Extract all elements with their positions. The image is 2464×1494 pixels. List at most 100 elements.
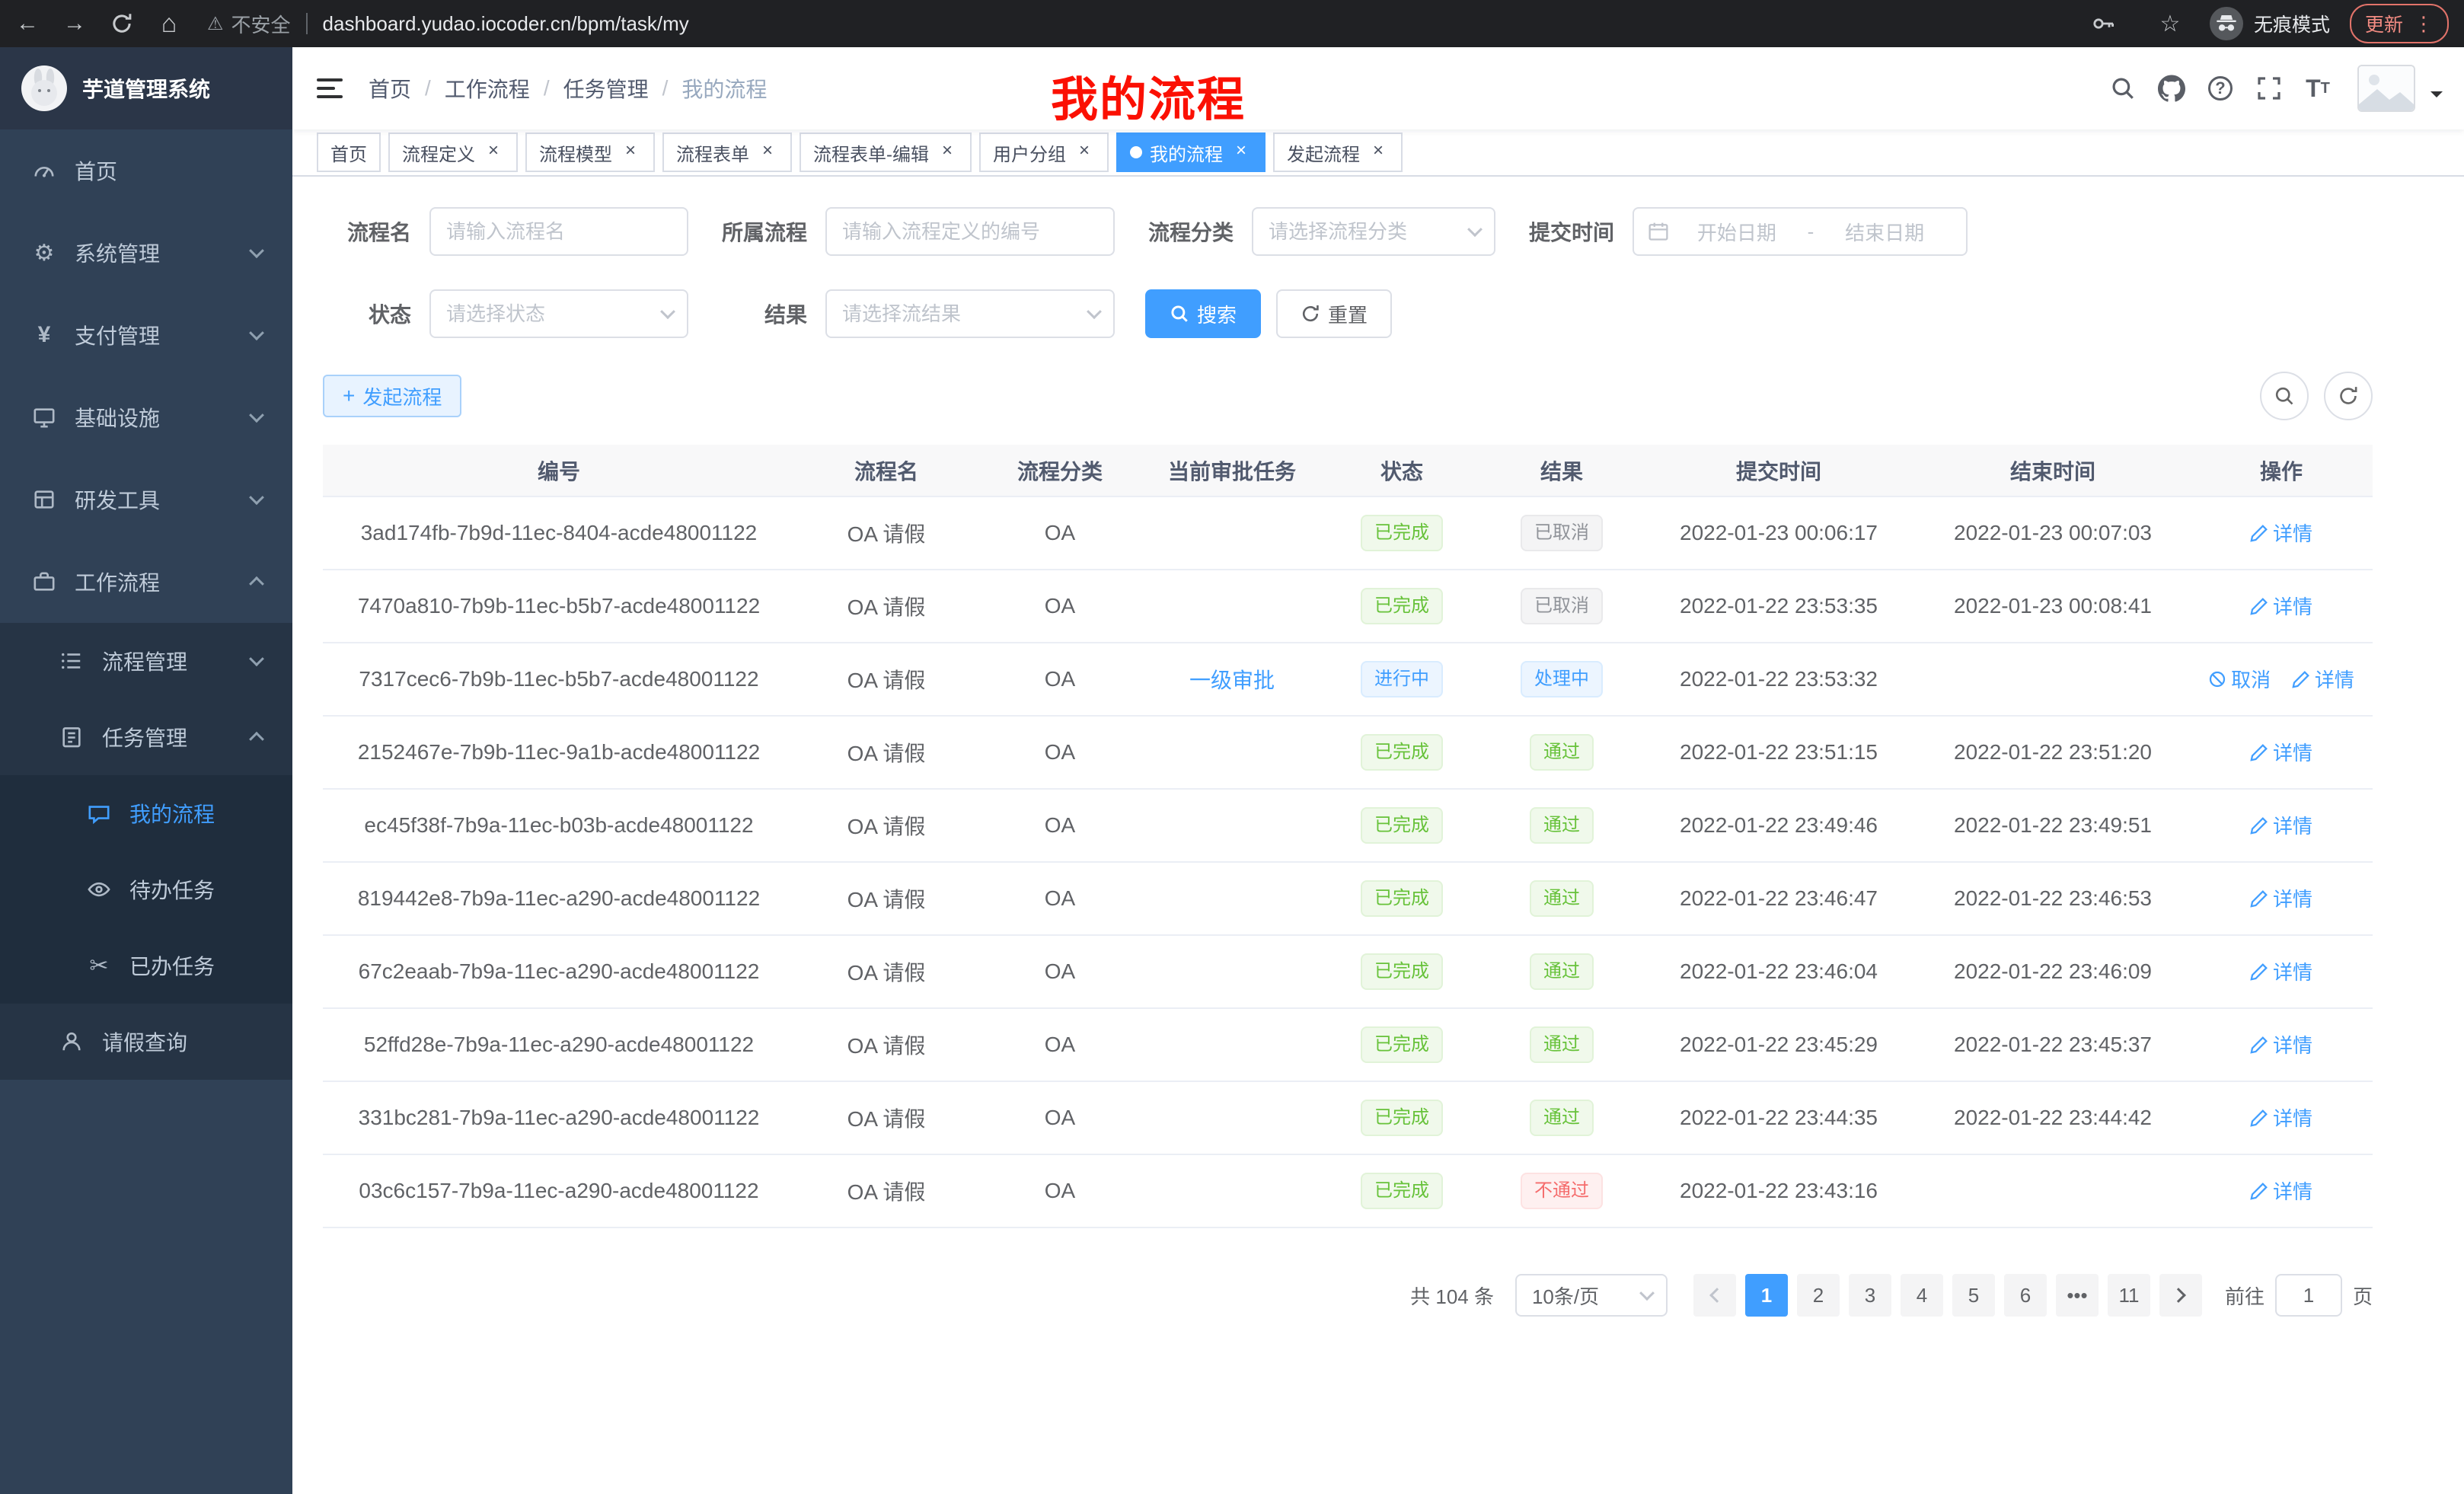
help-icon[interactable]: ?: [2202, 69, 2239, 108]
page-button[interactable]: 3: [1849, 1274, 1891, 1317]
category-select-input[interactable]: [1253, 209, 1494, 254]
tab[interactable]: 流程模型 ×: [525, 132, 655, 172]
incognito-icon: [2210, 7, 2243, 40]
next-page-button[interactable]: [2159, 1274, 2202, 1317]
detail-link[interactable]: 详情: [2250, 957, 2312, 985]
status-select[interactable]: [429, 289, 688, 338]
search-icon[interactable]: [2105, 69, 2141, 108]
sidebar-item-done-tasks[interactable]: ✂ 已办任务: [0, 927, 292, 1004]
fullscreen-icon[interactable]: [2251, 69, 2287, 108]
github-icon[interactable]: [2153, 69, 2190, 108]
detail-link[interactable]: 详情: [2250, 1103, 2312, 1132]
result-select-input[interactable]: [827, 291, 1113, 337]
detail-link[interactable]: 详情: [2250, 1176, 2312, 1205]
reset-button[interactable]: 重置: [1276, 289, 1392, 338]
detail-link[interactable]: 详情: [2250, 1030, 2312, 1058]
refresh-table-button[interactable]: [2324, 372, 2373, 420]
page-button[interactable]: 1: [1745, 1274, 1788, 1317]
close-icon[interactable]: ×: [1368, 142, 1389, 163]
cancel-link[interactable]: 取消: [2208, 665, 2271, 693]
start-date-placeholder[interactable]: 开始日期: [1669, 218, 1805, 246]
detail-link[interactable]: 详情: [2250, 811, 2312, 839]
sidebar-item-devtools[interactable]: 研发工具: [0, 458, 292, 541]
sidebar-item-task-management[interactable]: 任务管理: [0, 699, 292, 775]
detail-link[interactable]: 详情: [2250, 738, 2312, 766]
sidebar-item-todo-tasks[interactable]: 待办任务: [0, 851, 292, 927]
end-date-placeholder[interactable]: 结束日期: [1817, 218, 1952, 246]
close-icon[interactable]: ×: [1074, 142, 1095, 163]
update-button[interactable]: 更新 ⋮: [2350, 4, 2449, 43]
goto-suffix: 页: [2353, 1282, 2373, 1310]
task-link[interactable]: 一级审批: [1189, 669, 1275, 692]
close-icon[interactable]: ×: [757, 142, 778, 163]
reload-icon[interactable]: [102, 4, 142, 43]
detail-link[interactable]: 详情: [2292, 665, 2354, 693]
address-bar[interactable]: ⚠ 不安全 dashboard.yudao.iocoder.cn/bpm/tas…: [207, 10, 2076, 38]
breadcrumb-link[interactable]: 任务管理: [563, 73, 649, 104]
page-button[interactable]: 5: [1952, 1274, 1995, 1317]
sidebar-item-my-process[interactable]: 我的流程: [0, 775, 292, 851]
sidebar-item-workflow[interactable]: 工作流程: [0, 541, 292, 623]
tab[interactable]: 流程表单-编辑 ×: [800, 132, 972, 172]
home-icon[interactable]: ⌂: [149, 4, 189, 43]
cell-status: 已完成: [1322, 1008, 1482, 1081]
date-range-picker[interactable]: 开始日期 - 结束日期: [1633, 207, 1968, 256]
breadcrumb-link[interactable]: 首页: [369, 73, 411, 104]
page-button[interactable]: 6: [2004, 1274, 2047, 1317]
sidebar-item-payment[interactable]: ¥ 支付管理: [0, 294, 292, 376]
tab[interactable]: 我的流程 ×: [1116, 132, 1266, 172]
avatar-caret-icon[interactable]: [2430, 91, 2443, 104]
tab[interactable]: 发起流程 ×: [1273, 132, 1403, 172]
avatar[interactable]: [2357, 65, 2415, 112]
status-select-input[interactable]: [431, 291, 687, 337]
breadcrumb-link[interactable]: 工作流程: [445, 73, 530, 104]
tab[interactable]: 流程表单 ×: [662, 132, 792, 172]
process-name-input[interactable]: [431, 209, 687, 254]
page-size-select[interactable]: 10条/页: [1515, 1274, 1668, 1317]
page-button[interactable]: 4: [1901, 1274, 1943, 1317]
url-text[interactable]: dashboard.yudao.iocoder.cn/bpm/task/my: [323, 12, 689, 36]
tab[interactable]: 首页 ×: [317, 132, 381, 172]
page-button[interactable]: •••: [2056, 1274, 2099, 1317]
menu-kebab-icon[interactable]: ⋮: [2414, 14, 2434, 34]
process-definition-input[interactable]: [827, 209, 1113, 254]
close-icon[interactable]: ×: [483, 142, 504, 163]
page-button[interactable]: 11: [2108, 1274, 2150, 1317]
sidebar-item-process-management[interactable]: 流程管理: [0, 623, 292, 699]
tab[interactable]: 流程定义 ×: [388, 132, 518, 172]
close-icon[interactable]: ×: [1230, 142, 1252, 163]
detail-link[interactable]: 详情: [2250, 884, 2312, 912]
table-row: 67c2eaab-7b9a-11ec-a290-acde48001122 OA …: [323, 935, 2373, 1008]
back-icon[interactable]: ←: [8, 4, 47, 43]
prev-page-button[interactable]: [1693, 1274, 1736, 1317]
result-select[interactable]: [825, 289, 1115, 338]
search-button[interactable]: 搜索: [1145, 289, 1261, 338]
close-icon[interactable]: ×: [620, 142, 641, 163]
close-icon[interactable]: ×: [937, 142, 958, 163]
password-key-icon[interactable]: [2083, 4, 2123, 43]
toggle-search-button[interactable]: [2260, 372, 2309, 420]
filter-submit-time: 提交时间 开始日期 - 结束日期: [1526, 207, 1968, 256]
hamburger-icon[interactable]: [317, 78, 343, 98]
detail-link[interactable]: 详情: [2250, 592, 2312, 620]
font-size-icon[interactable]: TT: [2300, 69, 2336, 108]
goto-page-input[interactable]: [2275, 1274, 2342, 1317]
sidebar-item-infrastructure[interactable]: 基础设施: [0, 376, 292, 458]
create-process-button[interactable]: + 发起流程: [323, 375, 461, 417]
goto-page: 前往 页: [2225, 1274, 2373, 1317]
table-header-row: 编号流程名流程分类当前审批任务状态结果提交时间结束时间操作: [323, 445, 2373, 496]
forward-icon[interactable]: →: [55, 4, 94, 43]
sidebar-item-leave-query[interactable]: 请假查询: [0, 1004, 292, 1080]
page-button[interactable]: 2: [1797, 1274, 1840, 1317]
cell-submit-time: 2022-01-23 00:06:17: [1642, 496, 1916, 570]
breadcrumb-link[interactable]: 我的流程: [681, 73, 767, 104]
bookmark-star-icon[interactable]: ☆: [2150, 4, 2190, 43]
detail-link[interactable]: 详情: [2250, 519, 2312, 547]
security-label[interactable]: 不安全: [231, 10, 291, 38]
sidebar-item-home[interactable]: 首页: [0, 129, 292, 212]
tab[interactable]: 用户分组 ×: [979, 132, 1109, 172]
sidebar-item-label: 我的流程: [129, 798, 215, 828]
sidebar-item-system[interactable]: ⚙ 系统管理: [0, 212, 292, 294]
category-select[interactable]: [1252, 207, 1495, 256]
app-logo[interactable]: 芋道管理系统: [0, 47, 292, 129]
